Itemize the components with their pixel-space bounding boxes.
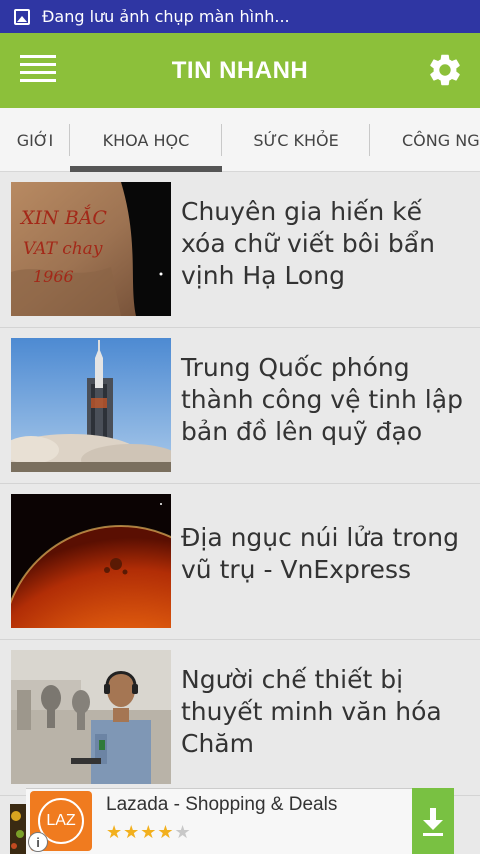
article-item[interactable]: Địa ngục núi lửa trong vũ trụ - VnExpres… — [0, 484, 480, 640]
article-title: Người chế thiết bị thuyết minh văn hóa C… — [181, 665, 442, 758]
article-title: Trung Quốc phóng thành công vệ tinh lập … — [181, 353, 463, 446]
image-icon — [14, 8, 30, 25]
ad-banner: LAZ Lazada - Shopping & Deals ★★★★★ i — [0, 788, 480, 854]
article-item[interactable]: Trung Quốc phóng thành công vệ tinh lập … — [0, 328, 480, 484]
ad-app-name[interactable]: Lazada - Shopping & Deals — [106, 794, 337, 816]
tab-label: GIỚI — [16, 130, 54, 150]
tab-cong-nghe[interactable]: CÔNG NG — [370, 108, 480, 172]
man-with-headphones-image — [11, 650, 171, 784]
app-title: TIN NHANH — [171, 56, 309, 84]
tab-suc-khoe[interactable]: SỨC KHỎE — [222, 108, 370, 172]
article-title: Địa ngục núi lửa trong vũ trụ - VnExpres… — [181, 523, 460, 584]
tab-label: KHOA HỌC — [102, 130, 190, 150]
graffiti-text: XIN BẮC — [19, 204, 107, 229]
tab-label: SỨC KHỎE — [253, 130, 339, 150]
rocket-launch-image — [11, 338, 171, 472]
tab-gioi[interactable]: GIỚI — [0, 108, 70, 172]
hamburger-menu-icon[interactable] — [20, 55, 56, 85]
info-icon[interactable]: i — [28, 832, 48, 852]
tab-label: CÔNG NG — [402, 130, 480, 150]
article-title: Chuyên gia hiến kế xóa chữ viết bôi bẩn … — [181, 197, 435, 290]
gear-icon[interactable] — [426, 51, 464, 89]
article-item[interactable]: XIN BẮC VAT chay 1966 Chuyên gia hiến kế… — [0, 172, 480, 328]
graffiti-text: VAT chay — [23, 239, 103, 259]
graffiti-rock-image: XIN BẮC VAT chay 1966 — [11, 182, 171, 316]
fiery-planet-image — [11, 494, 171, 628]
app-bar: TIN NHANH — [0, 33, 480, 108]
tab-khoa-hoc[interactable]: KHOA HỌC — [70, 108, 222, 172]
rating-stars: ★★★★★ — [106, 822, 192, 843]
graffiti-text: 1966 — [33, 267, 74, 286]
status-bar: Đang lưu ảnh chụp màn hình... — [0, 0, 480, 33]
status-notification-text: Đang lưu ảnh chụp màn hình... — [42, 7, 290, 26]
category-tabs: GIỚI KHOA HỌC SỨC KHỎE CÔNG NG — [0, 108, 480, 172]
article-item[interactable]: Người chế thiết bị thuyết minh văn hóa C… — [0, 640, 480, 796]
partial-article-thumbnail — [10, 804, 26, 854]
download-icon[interactable] — [412, 788, 454, 854]
